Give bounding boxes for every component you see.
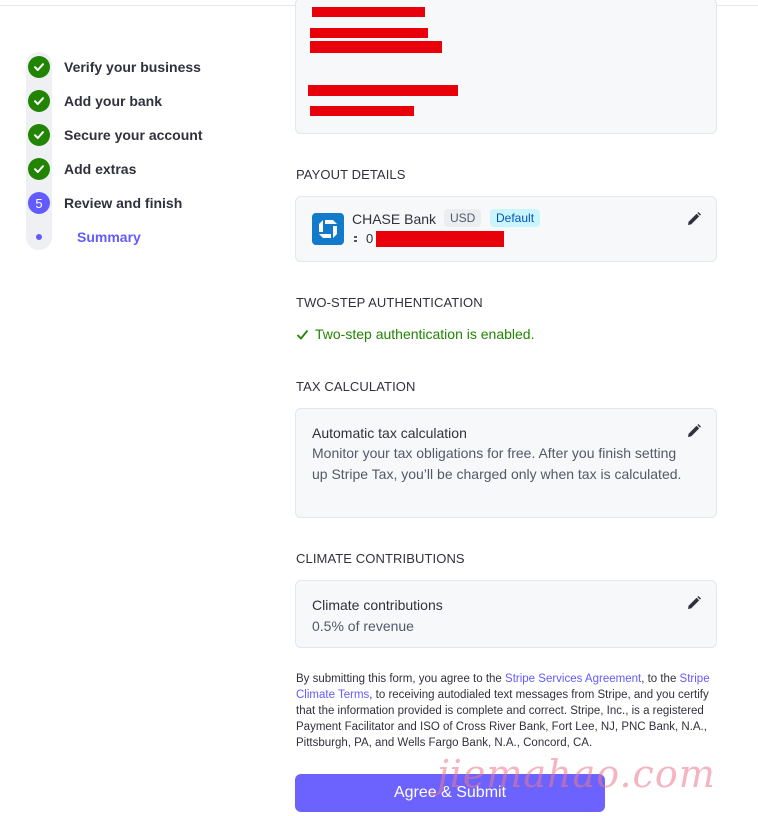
redacted-text	[310, 106, 414, 116]
substep-dot-icon	[36, 234, 42, 240]
check-circle-icon	[28, 124, 50, 146]
stepper-track	[26, 52, 52, 250]
payout-details-heading: PAYOUT DETAILS	[296, 167, 406, 182]
bank-name: CHASE Bank	[352, 211, 437, 227]
step-label: Secure your account	[64, 127, 203, 143]
redacted-text	[312, 7, 425, 17]
climate-card: Climate contributions 0.5% of revenue	[295, 580, 717, 648]
step-add-extras[interactable]: Add extras	[26, 157, 136, 181]
step-label: Summary	[77, 229, 141, 245]
check-circle-icon	[28, 158, 50, 180]
currency-badge: USD	[444, 209, 482, 227]
step-label: Add your bank	[64, 93, 163, 109]
services-agreement-link[interactable]: Stripe Services Agreement	[505, 673, 641, 685]
step-label: Verify your business	[64, 59, 201, 75]
pencil-icon[interactable]	[686, 423, 702, 439]
agree-submit-button[interactable]: Agree & Submit	[295, 774, 605, 812]
legal-text: By submitting this form, you agree to th…	[296, 673, 506, 685]
step-label: Add extras	[64, 161, 137, 177]
tax-title: Automatic tax calculation	[312, 425, 467, 441]
check-circle-icon	[28, 56, 50, 78]
two-step-status: Two-step authentication is enabled.	[296, 326, 534, 342]
climate-heading: CLIMATE CONTRIBUTIONS	[296, 551, 465, 566]
step-add-bank[interactable]: Add your bank	[26, 89, 162, 113]
tax-description: Monitor your tax obligations for free. A…	[312, 445, 682, 482]
default-badge: Default	[490, 209, 541, 227]
account-prefix: 0	[366, 231, 374, 246]
tax-calculation-card: Automatic tax calculation Monitor your t…	[295, 408, 717, 518]
payout-bank-card: CHASE Bank USD Default 0	[295, 196, 717, 262]
redacted-text	[310, 28, 428, 38]
account-number: 0	[352, 231, 373, 246]
bank-mini-icon	[354, 235, 357, 242]
tax-calculation-heading: TAX CALCULATION	[296, 379, 416, 394]
chase-logo-icon	[312, 213, 344, 245]
step-secure-account[interactable]: Secure your account	[26, 123, 203, 147]
substep-summary[interactable]: Summary	[26, 225, 141, 249]
two-step-heading: TWO-STEP AUTHENTICATION	[296, 295, 483, 310]
checkmark-icon	[296, 329, 309, 340]
check-circle-icon	[28, 90, 50, 112]
step-verify-business[interactable]: Verify your business	[26, 55, 201, 79]
step-review-finish[interactable]: 5 Review and finish	[26, 191, 182, 215]
climate-value: 0.5% of revenue	[312, 618, 414, 634]
pencil-icon[interactable]	[686, 211, 702, 227]
legal-text: , to the	[641, 673, 680, 685]
redacted-text	[308, 85, 458, 96]
legal-agreement-text: By submitting this form, you agree to th…	[296, 671, 718, 751]
step-number-badge: 5	[28, 192, 50, 214]
climate-title: Climate contributions	[312, 597, 443, 613]
two-step-status-text: Two-step authentication is enabled.	[315, 326, 535, 342]
redacted-text	[310, 41, 442, 53]
redacted-account-number	[376, 231, 504, 247]
step-label: Review and finish	[64, 195, 183, 211]
pencil-icon[interactable]	[686, 595, 702, 611]
business-details-card	[295, 0, 717, 134]
